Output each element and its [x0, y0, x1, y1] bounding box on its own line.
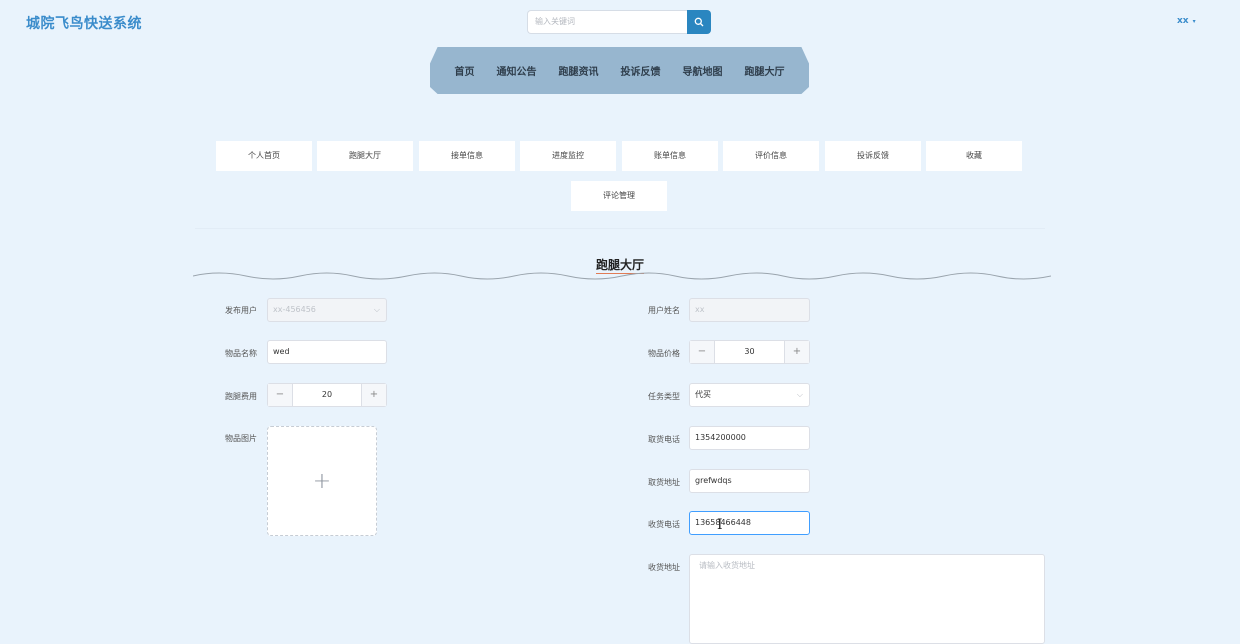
- subnav-favorites[interactable]: 收藏: [926, 141, 1022, 171]
- app-title: 城院飞鸟快送系统: [26, 16, 142, 32]
- errand-fee-value[interactable]: 20: [293, 384, 361, 406]
- publish-user-select[interactable]: xx-456456 ⌵: [267, 298, 387, 322]
- task-type-select[interactable]: 代买 ⌵: [689, 383, 810, 407]
- topnav-item-errand-hall[interactable]: 跑腿大厅: [745, 63, 785, 78]
- image-uploader[interactable]: +: [267, 426, 377, 536]
- pickup-phone-field[interactable]: 1354200000: [689, 426, 810, 450]
- label-item-name: 物品名称: [225, 349, 257, 358]
- wave-divider: [193, 272, 1051, 280]
- item-name-field[interactable]: wed: [267, 340, 387, 364]
- divider: [195, 228, 1045, 229]
- subnav-comments[interactable]: 评论管理: [571, 181, 667, 211]
- search-icon: [694, 17, 704, 27]
- caret-down-icon: ▾: [1192, 18, 1196, 25]
- topnav-item-notices[interactable]: 通知公告: [497, 63, 537, 78]
- increment-button[interactable]: +: [361, 384, 386, 406]
- subnav-complaints[interactable]: 投诉反馈: [825, 141, 921, 171]
- plus-icon: +: [312, 468, 332, 494]
- label-pickup-address: 取货地址: [648, 478, 680, 487]
- pickup-address-field[interactable]: grefwdqs: [689, 469, 810, 493]
- search-button[interactable]: [687, 10, 711, 34]
- chevron-down-icon: ⌵: [373, 305, 380, 314]
- subnav-personal-home[interactable]: 个人首页: [216, 141, 312, 171]
- user-menu[interactable]: xx ▾: [1177, 16, 1196, 26]
- top-navigation: 首页 通知公告 跑腿资讯 投诉反馈 导航地图 跑腿大厅: [430, 47, 809, 94]
- label-item-image: 物品图片: [225, 434, 257, 443]
- subnav-bills[interactable]: 账单信息: [622, 141, 718, 171]
- label-publish-user: 发布用户: [225, 306, 257, 315]
- label-item-price: 物品价格: [648, 349, 680, 358]
- label-user-name: 用户姓名: [648, 306, 680, 315]
- label-delivery-address: 收货地址: [648, 563, 680, 572]
- label-errand-fee: 跑腿费用: [225, 392, 257, 401]
- topnav-item-home[interactable]: 首页: [455, 63, 475, 78]
- item-price-value[interactable]: 30: [715, 341, 784, 363]
- text-cursor-icon: I: [717, 517, 723, 533]
- topnav-item-news[interactable]: 跑腿资讯: [559, 63, 599, 78]
- subnav-errand-hall[interactable]: 跑腿大厅: [317, 141, 413, 171]
- delivery-address-textarea[interactable]: 请输入收货地址: [689, 554, 1045, 644]
- topnav-item-complaints[interactable]: 投诉反馈: [621, 63, 661, 78]
- user-name-field[interactable]: xx: [689, 298, 810, 322]
- search-input[interactable]: 输入关键词: [527, 10, 689, 34]
- subnav-order-info[interactable]: 接单信息: [419, 141, 515, 171]
- increment-button[interactable]: +: [784, 341, 809, 363]
- search-box: 输入关键词: [527, 10, 711, 34]
- topnav-item-map[interactable]: 导航地图: [683, 63, 723, 78]
- item-price-stepper[interactable]: − 30 +: [689, 340, 810, 364]
- delivery-phone-field[interactable]: 13658466448: [689, 511, 810, 535]
- label-pickup-phone: 取货电话: [648, 435, 680, 444]
- label-delivery-phone: 收货电话: [648, 520, 680, 529]
- decrement-button[interactable]: −: [268, 384, 293, 406]
- label-task-type: 任务类型: [648, 392, 680, 401]
- errand-fee-stepper[interactable]: − 20 +: [267, 383, 387, 407]
- chevron-down-icon: ⌵: [796, 390, 803, 399]
- subnav-progress[interactable]: 进度监控: [520, 141, 616, 171]
- subnav-reviews[interactable]: 评价信息: [723, 141, 819, 171]
- user-name: xx: [1177, 16, 1189, 26]
- decrement-button[interactable]: −: [690, 341, 715, 363]
